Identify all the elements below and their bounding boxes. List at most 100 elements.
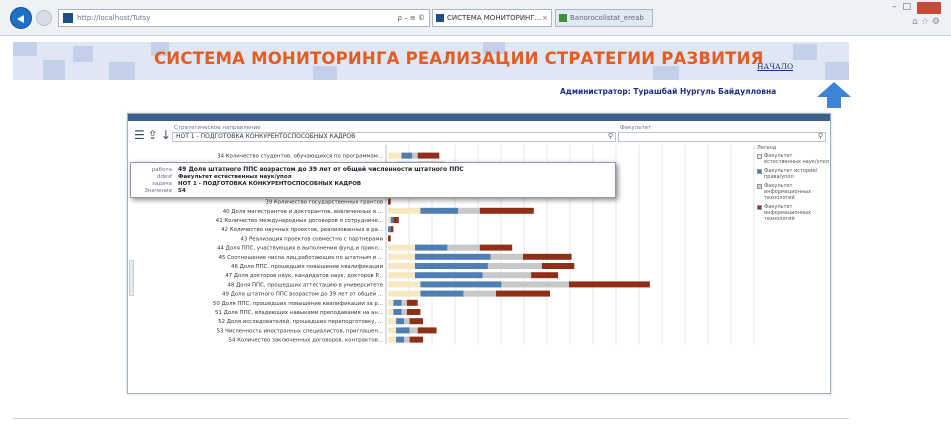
bar-segment[interactable] bbox=[396, 327, 410, 334]
bar-segment[interactable] bbox=[463, 290, 496, 297]
bar-segment[interactable] bbox=[490, 253, 523, 260]
bar-segment[interactable] bbox=[409, 318, 424, 325]
close-window-button[interactable] bbox=[917, 2, 941, 14]
bar-segment[interactable] bbox=[479, 207, 534, 214]
bar-segment[interactable] bbox=[482, 272, 532, 279]
window-controls[interactable]: –□ bbox=[892, 2, 941, 14]
bar-segment[interactable] bbox=[406, 299, 418, 306]
bar-segment[interactable] bbox=[420, 207, 459, 214]
address-text: http://localhost/Tutsy bbox=[77, 14, 151, 22]
bar-segment[interactable] bbox=[409, 336, 424, 343]
bar-segment[interactable] bbox=[415, 244, 448, 251]
bar-segment[interactable] bbox=[393, 309, 402, 315]
up-arrow-icon[interactable] bbox=[816, 81, 852, 109]
bar-segment[interactable] bbox=[396, 318, 405, 325]
bar-segment[interactable] bbox=[388, 235, 391, 242]
legend-item: Факультет информационных технологий bbox=[757, 204, 829, 222]
bar-segment[interactable] bbox=[568, 281, 650, 288]
legend-label: Факультет естественных наук/упол bbox=[764, 153, 830, 165]
browser-icons[interactable]: ⌂☆⚙ bbox=[912, 17, 943, 27]
bar-segment[interactable] bbox=[404, 318, 410, 325]
bar-segment[interactable] bbox=[388, 290, 421, 297]
bar-segment[interactable] bbox=[388, 244, 415, 251]
minimize-icon[interactable]: – bbox=[892, 2, 903, 12]
legend-title: Легенд bbox=[757, 145, 777, 151]
tooltip-key: задача bbox=[151, 181, 172, 187]
bar-segment[interactable] bbox=[390, 217, 394, 223]
bar-segment[interactable] bbox=[388, 198, 391, 205]
bar-segment[interactable] bbox=[406, 309, 421, 315]
category-label: 50 Доля ППС, прошедших повышение квалифи… bbox=[213, 301, 383, 307]
bar-segment[interactable] bbox=[393, 217, 399, 223]
home-link[interactable]: НАЧАЛО bbox=[757, 62, 793, 71]
bar-segment[interactable] bbox=[415, 253, 491, 260]
bar-segment[interactable] bbox=[390, 226, 394, 233]
back-button[interactable] bbox=[10, 7, 32, 29]
bar-segment[interactable] bbox=[388, 299, 394, 306]
bar-segment[interactable] bbox=[401, 152, 413, 159]
gear-icon[interactable]: ⚙ bbox=[932, 17, 943, 27]
bar-segment[interactable] bbox=[388, 309, 394, 315]
bar-segment[interactable] bbox=[501, 281, 569, 288]
bar-segment[interactable] bbox=[404, 336, 410, 343]
bar-segment[interactable] bbox=[523, 253, 572, 260]
bar-segment[interactable] bbox=[388, 327, 397, 334]
address-controls[interactable]: ρ – ≡ © bbox=[398, 10, 425, 26]
page-icon bbox=[63, 13, 73, 23]
bar-segment[interactable] bbox=[420, 290, 464, 297]
bar-segment[interactable] bbox=[417, 152, 440, 159]
legend-label: Факультет истории/права/упол bbox=[764, 168, 818, 180]
bar-segment[interactable] bbox=[388, 226, 391, 233]
forward-button[interactable] bbox=[36, 10, 52, 26]
bar-segment[interactable] bbox=[401, 309, 407, 315]
legend-item: Факультет естественных наук/упол bbox=[757, 153, 829, 165]
category-label: 54 Количество заключенных договоров, кон… bbox=[229, 338, 384, 344]
stacked-bar-chart: 34 Количество студентов, обучающихся по … bbox=[213, 145, 755, 345]
bar-segment[interactable] bbox=[417, 327, 437, 334]
bar-segment[interactable] bbox=[388, 272, 415, 279]
bar-segment[interactable] bbox=[412, 152, 418, 159]
legend-item: Факультет истории/права/упол bbox=[757, 168, 829, 180]
site-icon bbox=[559, 14, 567, 22]
bar-segment[interactable] bbox=[409, 327, 418, 334]
bar-segment[interactable] bbox=[458, 207, 480, 214]
bar-segment[interactable] bbox=[447, 244, 480, 251]
bar-segment[interactable] bbox=[541, 263, 575, 269]
bar-segment[interactable] bbox=[531, 272, 559, 279]
tab-label: Banorocolistat_ereab bbox=[570, 14, 644, 22]
bar-segment[interactable] bbox=[388, 152, 402, 159]
category-label: 48 Доля ППС, прошедших аттестацию в унив… bbox=[228, 282, 384, 288]
bar-segment[interactable] bbox=[388, 281, 421, 288]
bar-segment[interactable] bbox=[496, 290, 550, 297]
tooltip-row: работа 49 Доля штатного ППС возрастом до … bbox=[135, 166, 464, 173]
close-icon[interactable]: × bbox=[542, 10, 548, 26]
page-divider bbox=[13, 418, 849, 419]
bar-segment[interactable] bbox=[388, 217, 391, 223]
star-icon[interactable]: ☆ bbox=[921, 17, 932, 27]
bar-segment[interactable] bbox=[396, 336, 405, 343]
home-icon[interactable]: ⌂ bbox=[912, 17, 921, 27]
bar-segment[interactable] bbox=[393, 299, 402, 306]
tooltip-value: НОТ 1 - ПОДГОТОВКА КОНКУРЕНТОСПОСОБНЫХ К… bbox=[178, 181, 362, 187]
panel-scroll-handle[interactable] bbox=[129, 260, 134, 296]
address-bar[interactable]: http://localhost/Tutsy ρ – ≡ © bbox=[58, 9, 430, 27]
bar-segment[interactable] bbox=[401, 299, 407, 306]
tab-monitoring[interactable]: СИСТЕМА МОНИТОРИНГ... × bbox=[432, 9, 552, 27]
bar-segment[interactable] bbox=[479, 244, 513, 251]
bar-segment[interactable] bbox=[388, 336, 397, 343]
bar-segment[interactable] bbox=[415, 263, 488, 269]
admin-label: Администратор: Турашбай Нургуль Байдулло… bbox=[560, 87, 777, 96]
bar-segment[interactable] bbox=[420, 281, 502, 288]
bar-segment[interactable] bbox=[388, 263, 415, 269]
bar-segment[interactable] bbox=[388, 253, 415, 260]
maximize-icon[interactable]: □ bbox=[902, 2, 917, 12]
tab-second[interactable]: Banorocolistat_ereab bbox=[555, 9, 653, 27]
bar-segment[interactable] bbox=[388, 207, 421, 214]
bar-segment[interactable] bbox=[388, 318, 397, 325]
bar-segment[interactable] bbox=[487, 263, 542, 269]
tooltip-value: Факультет естественных наук/упол bbox=[178, 174, 292, 180]
category-label: 44 Доля ППС, участвующих в выполнении фу… bbox=[217, 246, 383, 252]
bar-segment[interactable] bbox=[415, 272, 483, 279]
category-label: 52 Доля исследователей, прошедших перепо… bbox=[218, 318, 383, 325]
legend-swatch bbox=[757, 154, 762, 159]
